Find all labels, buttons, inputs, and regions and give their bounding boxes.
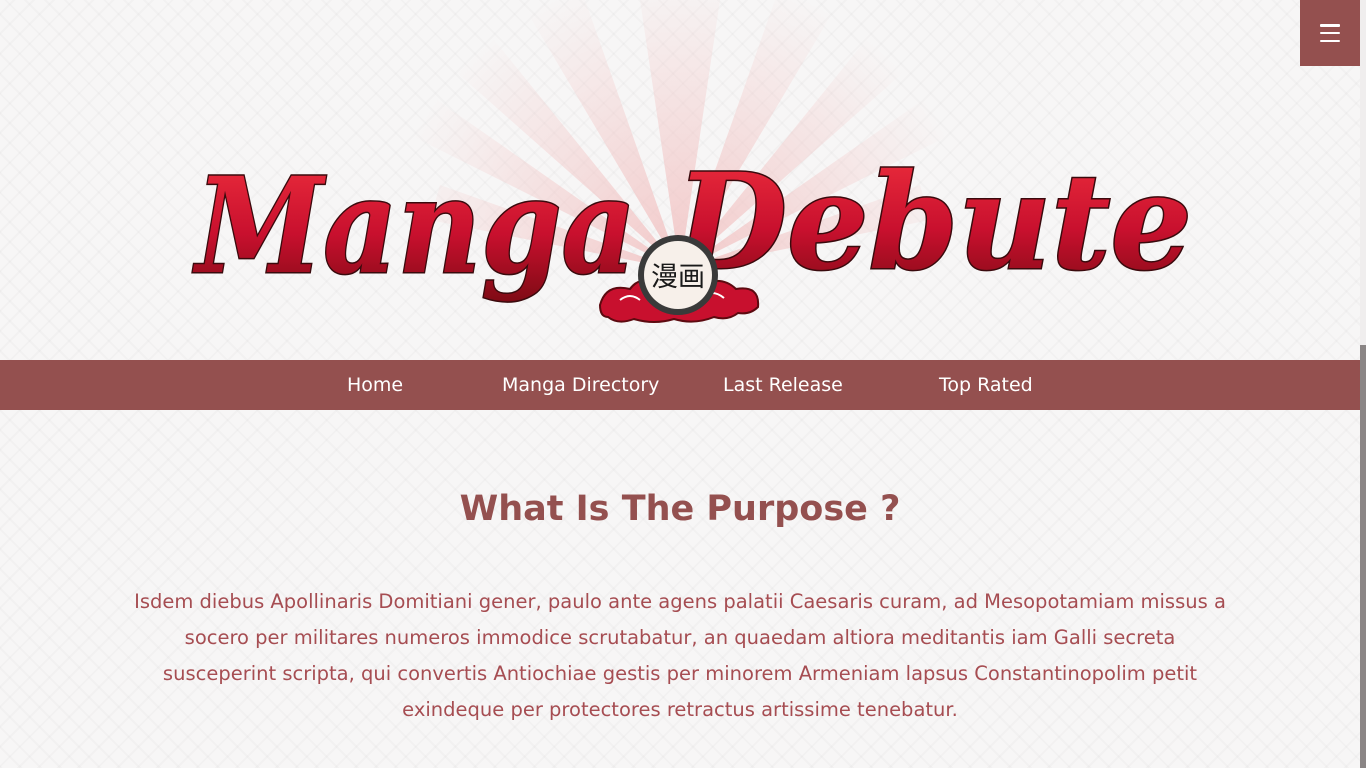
- nav-item-manga-directory[interactable]: Manga Directory: [502, 360, 659, 410]
- scrollbar-track[interactable]: [1360, 0, 1366, 768]
- logo-graphic: Manga Debute 漫画: [191, 0, 1194, 323]
- logo-kanji: 漫画: [651, 262, 705, 293]
- section-title: What Is The Purpose ?: [459, 489, 901, 529]
- nav-item-top-rated[interactable]: Top Rated: [939, 360, 1033, 410]
- main-navigation: Home Manga Directory Last Release Top Ra…: [0, 360, 1360, 410]
- purpose-paragraph: Isdem diebus Apollinaris Domitiani gener…: [134, 590, 1226, 721]
- nav-item-last-release[interactable]: Last Release: [723, 360, 843, 410]
- logo-word-debute: Debute: [672, 145, 1192, 300]
- scrollbar-thumb[interactable]: [1360, 345, 1366, 768]
- site-logo[interactable]: Manga Debute 漫画: [0, 0, 1360, 360]
- logo-word-manga: Manga: [193, 149, 636, 304]
- nav-item-home[interactable]: Home: [347, 360, 403, 410]
